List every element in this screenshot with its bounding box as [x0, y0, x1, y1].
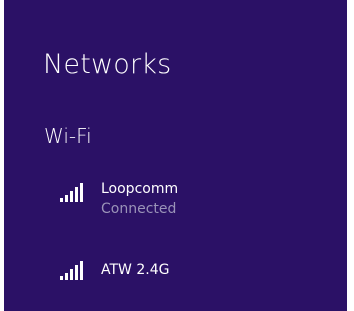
network-status: Connected: [101, 201, 177, 217]
wifi-signal-icon: [59, 261, 83, 281]
network-name: Loopcomm: [101, 181, 179, 197]
network-item-loopcomm[interactable]: Loopcomm Connected: [59, 181, 309, 223]
panel-title: Networks: [43, 49, 172, 80]
network-item-atw-2-4g[interactable]: ATW 2.4G: [59, 259, 309, 301]
wifi-signal-icon: [59, 183, 83, 203]
network-name: ATW 2.4G: [101, 262, 170, 278]
wifi-section-title: Wi-Fi: [44, 124, 92, 148]
networks-panel: Networks Wi-Fi Loopcomm Connected ATW 2.…: [4, 0, 347, 311]
